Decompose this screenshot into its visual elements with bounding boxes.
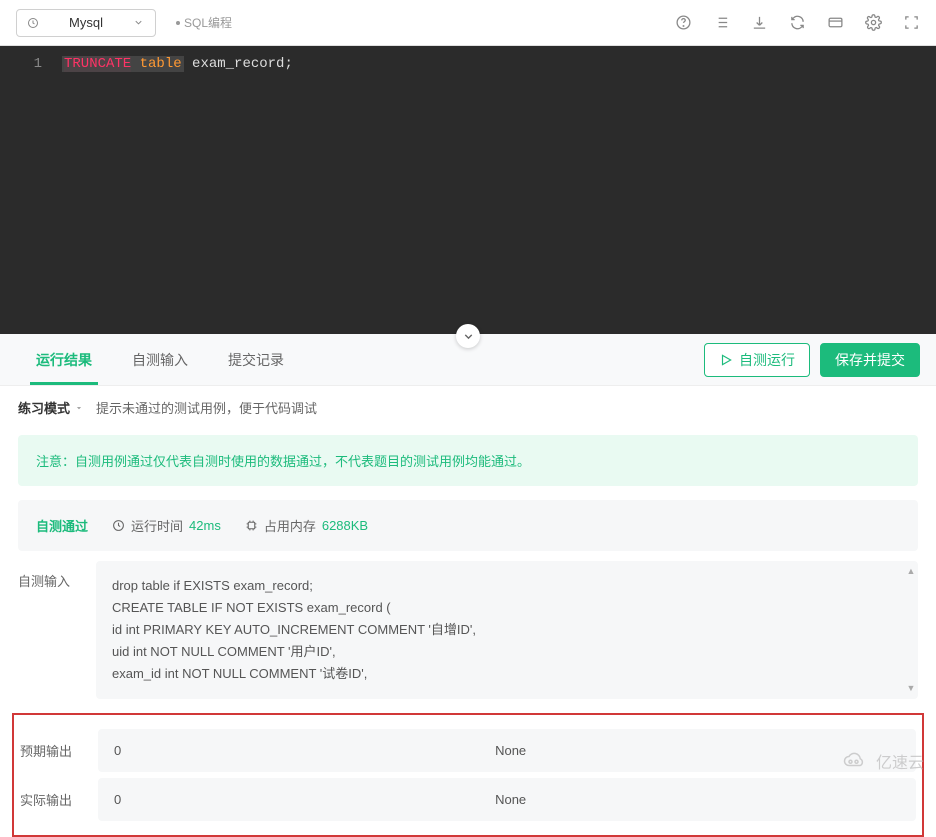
database-select[interactable]: Mysql [16, 9, 156, 37]
pass-badge: 自测通过 [36, 516, 88, 535]
scrollbar[interactable]: ▲ ▼ [906, 567, 916, 693]
keyword-table: table [140, 56, 182, 72]
self-input-content[interactable]: drop table if EXISTS exam_record; CREATE… [96, 561, 918, 699]
toolbar-actions [674, 14, 920, 32]
notice-banner: 注意：自测用例通过仅代表自测时使用的数据通过，不代表题目的测试用例均能通过。 [18, 435, 918, 486]
tab-run-result[interactable]: 运行结果 [16, 334, 112, 385]
expected-output-row: 预期输出 0 None [20, 729, 916, 772]
actual-output-row: 实际输出 0 None [20, 778, 916, 821]
dot-icon [176, 21, 180, 25]
chevron-down-icon [133, 17, 145, 29]
memory-stat: 占用内存 6288KB [245, 516, 368, 535]
refresh-icon[interactable] [788, 14, 806, 32]
download-icon[interactable] [750, 14, 768, 32]
self-input-label: 自测输入 [18, 561, 82, 699]
self-input-row: 自测输入 drop table if EXISTS exam_record; C… [18, 561, 918, 699]
tab-actions: 自测运行 保存并提交 [704, 343, 920, 377]
save-submit-button[interactable]: 保存并提交 [820, 343, 920, 377]
gear-icon[interactable] [864, 14, 882, 32]
actual-label: 实际输出 [20, 790, 84, 809]
sql-mode-label: SQL编程 [176, 14, 232, 31]
database-name: Mysql [69, 15, 103, 30]
output-comparison: 预期输出 0 None 实际输出 0 None [12, 713, 924, 837]
keyword-truncate: TRUNCATE [64, 56, 131, 72]
tab-self-input[interactable]: 自测输入 [112, 334, 208, 385]
collapse-handle[interactable] [456, 324, 480, 348]
self-run-button[interactable]: 自测运行 [704, 343, 810, 377]
chip-icon [245, 519, 258, 532]
scroll-up-icon[interactable]: ▲ [906, 567, 916, 577]
expected-label: 预期输出 [20, 741, 84, 760]
mode-hint: 提示未通过的测试用例，便于代码调试 [96, 398, 317, 417]
runtime-stat: 运行时间 42ms [112, 516, 221, 535]
scroll-down-icon[interactable]: ▼ [906, 683, 916, 693]
help-icon[interactable] [674, 14, 692, 32]
toolbar: Mysql SQL编程 [0, 0, 936, 46]
expected-content: 0 None [98, 729, 916, 772]
tab-submit-history[interactable]: 提交记录 [208, 334, 304, 385]
watermark: 亿速云 [840, 749, 924, 773]
fullscreen-icon[interactable] [902, 14, 920, 32]
clock-icon [112, 519, 125, 532]
actual-content: 0 None [98, 778, 916, 821]
card-icon[interactable] [826, 14, 844, 32]
mode-select[interactable]: 练习模式 [18, 398, 84, 417]
clock-icon [27, 17, 39, 29]
code-editor[interactable]: 1 TRUNCATE table exam_record; [0, 46, 936, 334]
list-icon[interactable] [712, 14, 730, 32]
code-text: exam_record; [192, 56, 293, 72]
cloud-icon [840, 750, 870, 772]
code-content[interactable]: TRUNCATE table exam_record; [54, 46, 936, 334]
status-row: 自测通过 运行时间 42ms 占用内存 6288KB [18, 500, 918, 551]
line-gutter: 1 [0, 46, 54, 334]
mode-row: 练习模式 提示未通过的测试用例，便于代码调试 [0, 386, 936, 429]
